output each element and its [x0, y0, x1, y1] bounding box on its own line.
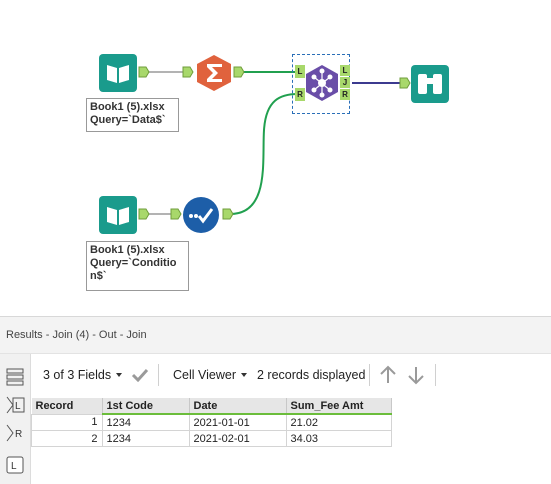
- input-anchor-icon[interactable]: [170, 208, 182, 220]
- table-cell[interactable]: 1234: [101, 430, 190, 447]
- summarize-tool[interactable]: [195, 54, 233, 92]
- anchor-r-icon: R: [6, 424, 22, 442]
- book-icon: [99, 196, 137, 234]
- output-anchor-icon[interactable]: [233, 66, 245, 78]
- svg-text:L: L: [11, 461, 17, 472]
- sigma-icon: [197, 55, 231, 91]
- column-header[interactable]: Sum_Fee Amt: [286, 398, 392, 415]
- table-cell[interactable]: 1234: [101, 413, 190, 431]
- join-out-left-anchor[interactable]: L: [340, 65, 350, 76]
- annotation-line: Book1 (5).xlsx: [90, 101, 165, 113]
- input-data-tool-2[interactable]: [99, 196, 137, 234]
- column-header[interactable]: Record: [31, 398, 103, 414]
- join-right-anchor[interactable]: R: [295, 88, 305, 101]
- results-panel-header: Results - Join (4) - Out - Join: [0, 316, 551, 354]
- left-output-button[interactable]: L: [4, 454, 26, 476]
- results-toolbar: 3 of 3 Fields Cell Viewer 2 records disp…: [31, 354, 551, 396]
- cell-viewer-dropdown[interactable]: Cell Viewer: [173, 368, 236, 382]
- table-cell[interactable]: 21.02: [285, 413, 392, 431]
- join-out-join-anchor[interactable]: J: [340, 77, 350, 88]
- records-count: 2 records displayed: [257, 368, 366, 382]
- results-title: Results - Join (4) - Out - Join: [6, 329, 147, 341]
- svg-text:L: L: [15, 401, 21, 412]
- annotation-line: n$`: [90, 270, 107, 282]
- column-header[interactable]: Date: [189, 398, 287, 415]
- toolbar-divider: [369, 364, 370, 386]
- table-header-row: Record 1st Code Date Sum_Fee Amt: [31, 398, 392, 415]
- rows-icon: [6, 368, 24, 386]
- anchor-l-icon: L: [6, 396, 25, 414]
- input-data-tool-1[interactable]: [99, 54, 137, 92]
- input-anchor-icon[interactable]: [182, 66, 194, 78]
- all-data-button[interactable]: [4, 366, 26, 388]
- output-l-icon: L: [6, 456, 24, 474]
- right-anchor-button[interactable]: R: [4, 422, 26, 444]
- fields-dropdown[interactable]: 3 of 3 Fields: [43, 368, 111, 382]
- connections-layer: [148, 71, 404, 215]
- arrow-down-icon[interactable]: [407, 365, 425, 385]
- svg-text:R: R: [15, 429, 22, 440]
- output-anchor-icon[interactable]: [138, 66, 150, 78]
- annotation-line: Book1 (5).xlsx: [90, 244, 165, 256]
- join-icon: [306, 65, 338, 101]
- input1-annotation: Book1 (5).xlsx Query=`Data$`: [86, 98, 179, 132]
- table-cell[interactable]: 2021-01-01: [188, 413, 287, 431]
- results-table: Record 1st Code Date Sum_Fee Amt 1 1234 …: [31, 398, 392, 447]
- checkmark-icon[interactable]: [130, 366, 150, 384]
- formula-tool[interactable]: [182, 196, 220, 234]
- binoculars-icon: [411, 65, 449, 103]
- book-icon: [99, 54, 137, 92]
- join-out-right-anchor[interactable]: R: [340, 89, 350, 100]
- browse-tool[interactable]: [411, 65, 449, 103]
- checkmark-circle-icon: [183, 197, 219, 233]
- annotation-line: Query=`Conditio: [90, 257, 177, 269]
- join-tool[interactable]: L R L J R: [292, 54, 350, 114]
- output-anchor-icon[interactable]: [138, 208, 150, 220]
- toolbar-divider: [158, 364, 159, 386]
- input2-annotation: Book1 (5).xlsx Query=`Conditio n$`: [86, 241, 189, 291]
- record-number-cell[interactable]: 1: [31, 413, 103, 431]
- record-number-cell[interactable]: 2: [31, 430, 103, 447]
- chevron-down-icon[interactable]: [116, 373, 122, 377]
- output-anchor-icon[interactable]: [222, 208, 234, 220]
- table-row[interactable]: 2 1234 2021-02-01 34.03: [31, 430, 392, 447]
- toolbar-divider: [435, 364, 436, 386]
- left-anchor-button[interactable]: L: [4, 394, 26, 416]
- annotation-line: Query=`Data$`: [90, 114, 166, 126]
- chevron-down-icon[interactable]: [241, 373, 247, 377]
- column-header[interactable]: 1st Code: [102, 398, 190, 415]
- workflow-canvas[interactable]: Book1 (5).xlsx Query=`Data$` L R L J R B…: [0, 0, 551, 315]
- input-anchor-icon[interactable]: [399, 77, 411, 89]
- arrow-up-icon[interactable]: [379, 365, 397, 385]
- join-left-anchor[interactable]: L: [295, 65, 305, 78]
- connector-formula-join: [229, 93, 299, 215]
- table-row[interactable]: 1 1234 2021-01-01 21.02: [31, 413, 392, 431]
- table-cell[interactable]: 2021-02-01: [188, 430, 287, 447]
- results-side-panel: L R L: [0, 354, 31, 484]
- table-cell[interactable]: 34.03: [285, 430, 392, 447]
